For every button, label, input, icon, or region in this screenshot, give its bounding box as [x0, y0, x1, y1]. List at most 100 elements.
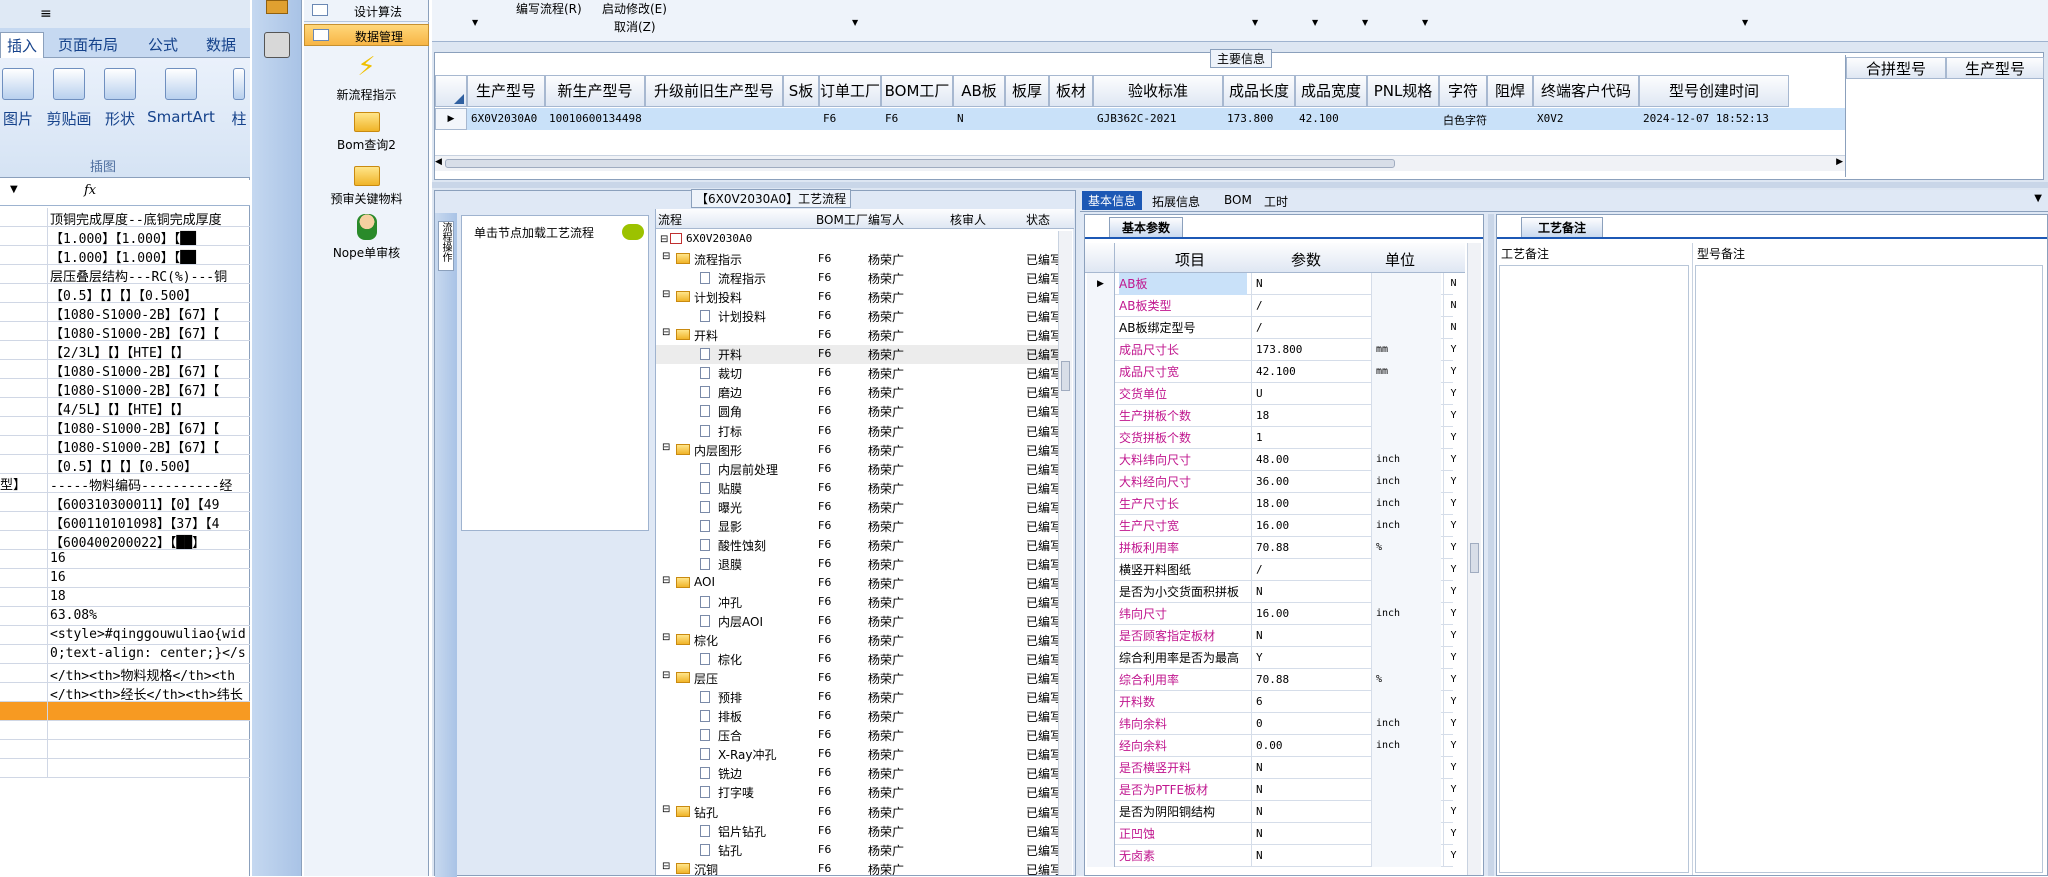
excel-row[interactable] — [0, 721, 250, 740]
calculator-icon[interactable] — [264, 32, 290, 58]
param-row[interactable]: ▶ AB板 N N — [1087, 273, 1457, 295]
pre-review-key-material[interactable]: 预审关键物料 — [304, 166, 429, 207]
excel-cell[interactable] — [0, 379, 48, 397]
excel-cell[interactable]: 顶铜完成厚度--底铜完成厚度 — [50, 209, 222, 226]
row-selector[interactable] — [1087, 471, 1115, 493]
param-value[interactable]: N — [1251, 581, 1367, 603]
main-info-col-header[interactable]: S板 — [783, 75, 819, 107]
excel-cell[interactable] — [0, 759, 48, 777]
tree-node[interactable]: 圆角 F6 杨荣广 已编写 — [656, 402, 1058, 421]
param-row[interactable]: 大料纬向尺寸 48.00 inch Y — [1087, 449, 1457, 471]
tree-node[interactable]: 内层AOI F6 杨荣广 已编写 — [656, 612, 1058, 631]
param-value[interactable]: 173.800 — [1251, 339, 1367, 361]
excel-cell[interactable]: </th><th>经长</th><th>纬长 — [50, 684, 243, 701]
excel-row[interactable]: 【4/5L】【】【HTE】【】 — [0, 398, 250, 417]
col-item[interactable]: 项目 — [1175, 249, 1205, 270]
tab-insert[interactable]: 插入 — [0, 32, 45, 58]
tree-node[interactable]: ⊟ 计划投料 F6 杨荣广 已编写 — [656, 288, 1058, 307]
param-value[interactable]: 48.00 — [1251, 449, 1367, 471]
param-row[interactable]: AB板类型 / N — [1087, 295, 1457, 317]
param-value[interactable]: 18.00 — [1251, 493, 1367, 515]
main-info-cell[interactable]: X0V2 — [1537, 112, 1639, 125]
param-row[interactable]: 交货单位 U Y — [1087, 383, 1457, 405]
process-op-tab[interactable]: 流程操作 — [438, 221, 454, 271]
excel-row[interactable]: 【2/3L】【】【HTE】【】 — [0, 341, 250, 360]
excel-row[interactable]: 【1080-S1000-2B】【67】【 — [0, 303, 250, 322]
param-row[interactable]: 综合利用率是否为最高 Y Y — [1087, 647, 1457, 669]
param-value[interactable]: 16.00 — [1251, 603, 1367, 625]
row-selector[interactable] — [1087, 845, 1115, 867]
namebox-dropdown-icon[interactable]: ▼ — [10, 184, 18, 195]
row-selector[interactable] — [1087, 427, 1115, 449]
tree-node[interactable]: 裁切 F6 杨荣广 已编写 — [656, 364, 1058, 383]
param-value[interactable]: 42.100 — [1251, 361, 1367, 383]
excel-row[interactable]: 16 — [0, 550, 250, 569]
tree-node[interactable]: 压合 F6 杨荣广 已编写 — [656, 726, 1058, 745]
param-row[interactable]: 纬向余料 0 inch Y — [1087, 713, 1457, 735]
excel-row[interactable]: 【1080-S1000-2B】【67】【 — [0, 360, 250, 379]
main-info-col-header[interactable]: 验收标准 — [1093, 75, 1223, 107]
tree-node[interactable]: ⊟ 流程指示 F6 杨荣广 已编写 — [656, 250, 1058, 269]
param-row[interactable]: 生产尺寸长 18.00 inch Y — [1087, 493, 1457, 515]
chart-button[interactable]: 柱 — [228, 68, 250, 129]
tree-node[interactable]: 内层前处理 F6 杨荣广 已编写 — [656, 460, 1058, 479]
tree-node[interactable]: ⊟ 棕化 F6 杨荣广 已编写 — [656, 631, 1058, 650]
excel-cell[interactable] — [0, 341, 48, 359]
tab-data[interactable]: 数据 — [200, 32, 242, 58]
row-selector[interactable] — [1087, 515, 1115, 537]
row-selector[interactable] — [1087, 691, 1115, 713]
col-flow[interactable]: 流程 — [658, 211, 682, 228]
param-value[interactable]: 70.88 — [1251, 537, 1367, 559]
nope-review[interactable]: Nope单审核 — [304, 214, 429, 261]
main-info-col-header[interactable]: 板材 — [1049, 75, 1093, 107]
main-info-cell[interactable]: N — [957, 112, 1005, 125]
param-value[interactable]: N — [1251, 823, 1367, 845]
row-selector-icon[interactable]: ▶ — [435, 108, 467, 130]
row-selector[interactable] — [1087, 361, 1115, 383]
param-value[interactable]: N — [1251, 779, 1367, 801]
tree-node[interactable]: ⊟ 开料 F6 杨荣广 已编写 — [656, 326, 1058, 345]
tree-node[interactable]: ⊟ 沉铜 F6 杨荣广 已编写 — [656, 860, 1058, 875]
excel-row[interactable]: <style>#qinggouwuliao{wid — [0, 626, 250, 645]
excel-cell[interactable] — [0, 227, 48, 245]
param-row[interactable]: 大料经向尺寸 36.00 inch Y — [1087, 471, 1457, 493]
col-param[interactable]: 参数 — [1291, 249, 1321, 270]
excel-row[interactable]: 【1080-S1000-2B】【67】【 — [0, 436, 250, 455]
excel-row[interactable]: 18 — [0, 588, 250, 607]
param-row[interactable]: 纬向尺寸 16.00 inch Y — [1087, 603, 1457, 625]
basic-params-tab[interactable]: 基本参数 — [1109, 217, 1184, 238]
excel-cell[interactable]: 16 — [50, 570, 66, 585]
param-row[interactable]: 是否为PTFE板材 N Y — [1087, 779, 1457, 801]
excel-cell[interactable] — [0, 740, 48, 758]
excel-cell[interactable] — [0, 360, 48, 378]
collapse-icon[interactable]: ⊟ — [662, 575, 670, 586]
tree-node[interactable]: 打字唛 F6 杨荣广 已编写 — [656, 783, 1058, 802]
col-unit[interactable]: 单位 — [1385, 249, 1415, 270]
param-row[interactable]: 无卤素 N Y — [1087, 845, 1457, 867]
excel-cell[interactable] — [0, 588, 48, 606]
main-info-col-header[interactable]: 新生产型号 — [545, 75, 645, 107]
main-info-col-header[interactable]: 型号创建时间 — [1639, 75, 1789, 107]
main-info-col-header[interactable]: 终端客户代码 — [1533, 75, 1639, 107]
tree-node[interactable]: 铣边 F6 杨荣广 已编写 — [656, 764, 1058, 783]
row-selector[interactable] — [1087, 317, 1115, 339]
excel-row[interactable]: 【0.5】【】【】【0.500】 — [0, 455, 250, 474]
param-row[interactable]: 正凹蚀 N Y — [1087, 823, 1457, 845]
shapes-button[interactable]: 形状 — [100, 68, 140, 129]
excel-cell[interactable] — [0, 531, 48, 549]
clipart-button[interactable]: 剪贴画 — [44, 68, 94, 129]
scroll-right-icon[interactable]: ▶ — [1836, 157, 1843, 167]
excel-cell[interactable] — [0, 645, 48, 663]
param-value[interactable]: U — [1251, 383, 1367, 405]
main-info-cell[interactable]: F6 — [823, 112, 881, 125]
row-selector[interactable] — [1087, 383, 1115, 405]
excel-cell[interactable] — [0, 455, 48, 473]
cancel-button[interactable]: 取消(Z) — [614, 18, 656, 35]
col-status[interactable]: 状态 — [1026, 211, 1050, 228]
excel-cell[interactable] — [0, 569, 48, 587]
main-info-cell[interactable]: 白色字符 — [1443, 112, 1487, 128]
param-value[interactable]: / — [1251, 317, 1367, 339]
tree-node[interactable]: 退膜 F6 杨荣广 已编写 — [656, 555, 1058, 574]
scroll-thumb[interactable] — [1061, 361, 1070, 391]
row-selector[interactable] — [1087, 449, 1115, 471]
